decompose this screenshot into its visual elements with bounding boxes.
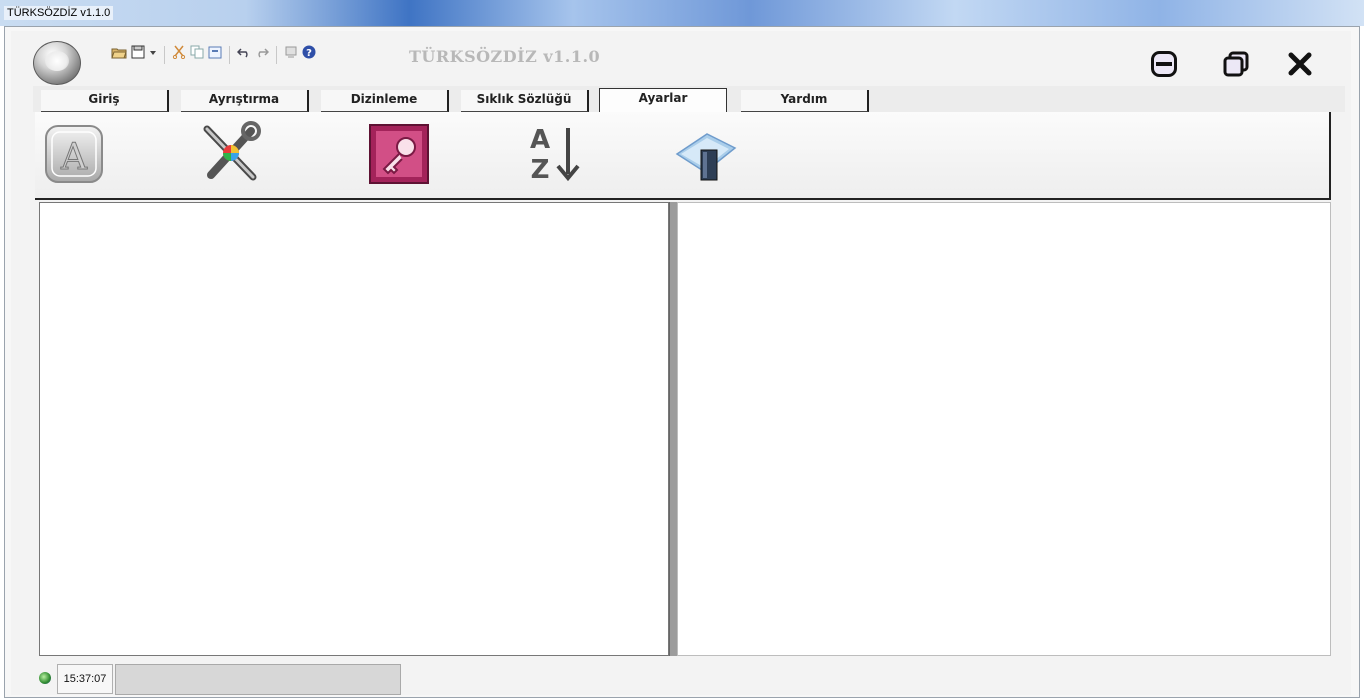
window-title: TÜRKSÖZDİZ v1.1.0 bbox=[4, 6, 114, 20]
open-folder-icon[interactable] bbox=[111, 45, 127, 65]
access-key-icon bbox=[368, 123, 432, 189]
svg-text:A: A bbox=[60, 137, 88, 178]
font-icon: A bbox=[43, 123, 105, 189]
undo-icon[interactable] bbox=[236, 45, 251, 65]
app-menu-orb-button[interactable] bbox=[33, 41, 81, 85]
close-icon bbox=[1287, 51, 1313, 77]
tab-ayarlar[interactable]: Ayarlar bbox=[599, 88, 727, 114]
quick-access-toolbar: ? bbox=[111, 45, 316, 65]
ribbon-panel: A A Z bbox=[35, 112, 1331, 200]
tools-icon bbox=[197, 121, 263, 191]
tab-giris[interactable]: Giriş bbox=[41, 90, 169, 112]
app-title: TÜRKSÖZDİZ v1.1.0 bbox=[409, 47, 601, 66]
tools-settings-button[interactable] bbox=[195, 121, 265, 191]
toolbar-separator bbox=[164, 46, 165, 64]
tab-yardim[interactable]: Yardım bbox=[741, 90, 869, 112]
app-window: ? TÜRKSÖZDİZ v1.1.0 Giriş Ayrıştırma Diz… bbox=[4, 26, 1360, 698]
network-icon bbox=[39, 672, 51, 684]
tab-bar: Giriş Ayrıştırma Dizinleme Sıklık Sözlüğ… bbox=[33, 86, 1345, 114]
minimize-button[interactable] bbox=[1149, 49, 1179, 79]
copy-icon[interactable] bbox=[190, 45, 204, 65]
output-text-pane[interactable] bbox=[677, 202, 1331, 656]
svg-text:A: A bbox=[530, 125, 550, 155]
font-settings-button[interactable]: A bbox=[39, 122, 109, 190]
help-icon[interactable]: ? bbox=[302, 45, 316, 65]
redo-icon[interactable] bbox=[255, 45, 270, 65]
sort-settings-button[interactable]: A Z bbox=[521, 122, 591, 190]
stamp-icon[interactable] bbox=[284, 45, 298, 65]
toolbar-separator bbox=[276, 46, 277, 64]
book-icon bbox=[671, 124, 741, 188]
minimize-icon bbox=[1151, 51, 1177, 77]
close-button[interactable] bbox=[1285, 49, 1315, 79]
dictionary-settings-button[interactable] bbox=[671, 122, 741, 190]
toolbar-separator bbox=[229, 46, 230, 64]
maximize-button[interactable] bbox=[1221, 49, 1251, 79]
app-inner: ? TÜRKSÖZDİZ v1.1.0 Giriş Ayrıştırma Diz… bbox=[11, 31, 1351, 695]
input-text-pane[interactable] bbox=[39, 202, 669, 656]
cut-icon[interactable] bbox=[172, 45, 186, 65]
access-settings-button[interactable] bbox=[365, 122, 435, 190]
svg-text:?: ? bbox=[306, 48, 312, 59]
tab-dizinleme[interactable]: Dizinleme bbox=[321, 90, 449, 112]
tab-siklik-sozlugu[interactable]: Sıklık Sözlüğü bbox=[461, 90, 589, 112]
save-icon[interactable] bbox=[131, 45, 145, 65]
window-title-bar[interactable]: TÜRKSÖZDİZ v1.1.0 bbox=[0, 0, 1364, 26]
sort-az-icon: A Z bbox=[524, 122, 588, 190]
pane-splitter[interactable] bbox=[669, 202, 677, 656]
status-clock: 15:37:07 bbox=[57, 664, 113, 694]
dropdown-arrow-icon[interactable] bbox=[149, 45, 157, 65]
svg-text:Z: Z bbox=[531, 155, 550, 185]
paste-icon[interactable] bbox=[208, 45, 222, 65]
maximize-icon bbox=[1223, 51, 1249, 77]
status-progress-bar bbox=[115, 664, 401, 695]
status-bar: 15:37:07 bbox=[31, 658, 1351, 696]
tab-ayristirma[interactable]: Ayrıştırma bbox=[181, 90, 309, 112]
